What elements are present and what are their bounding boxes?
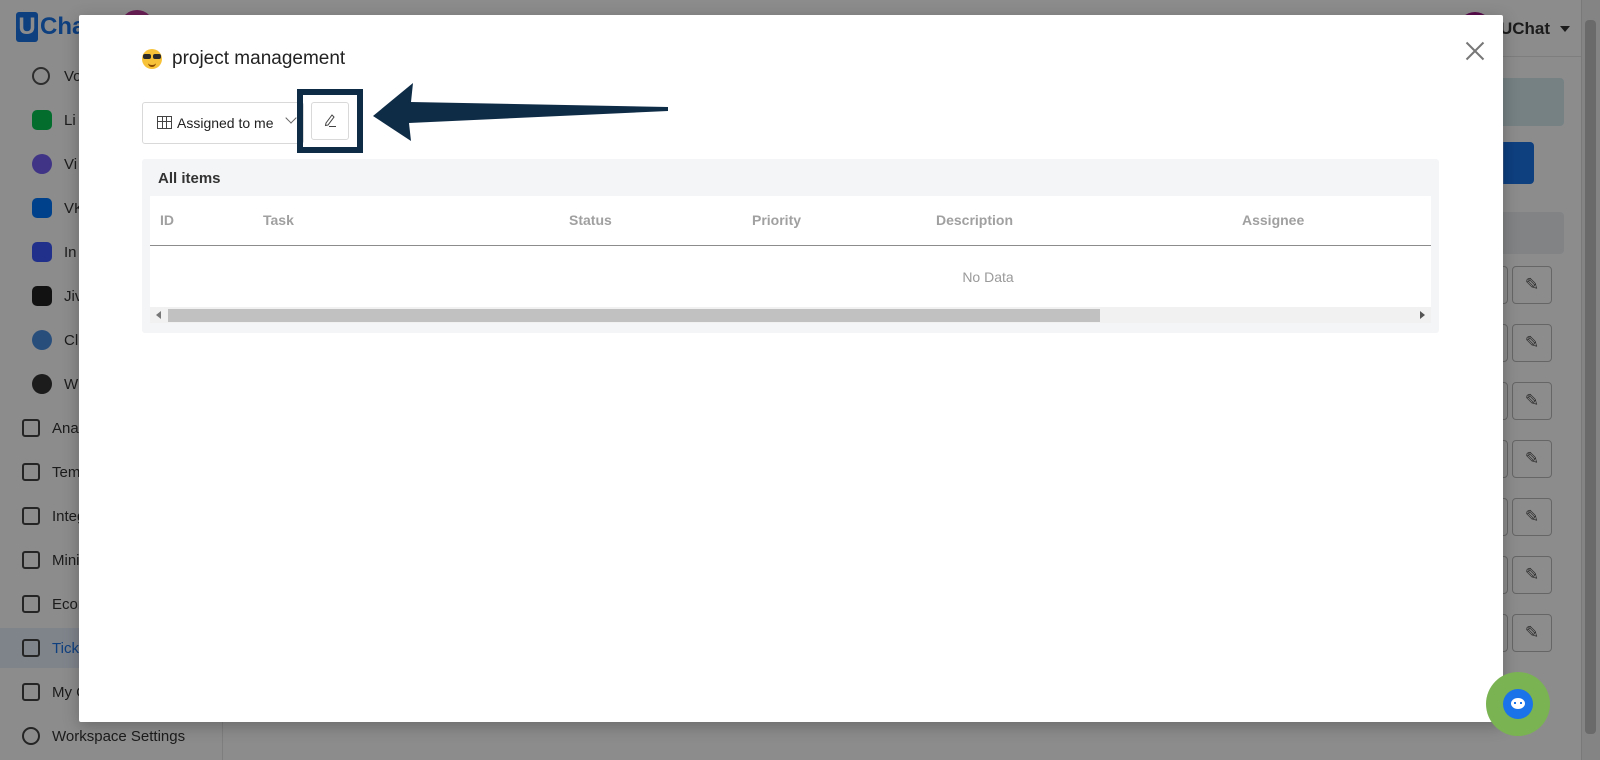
modal-title-text: project management: [172, 48, 346, 69]
items-table-panel: All items ID Task Status Priority Descri…: [142, 159, 1439, 333]
chat-widget-button[interactable]: [1486, 672, 1550, 736]
empty-state-text: No Data: [962, 269, 1014, 285]
scroll-left-icon[interactable]: [156, 311, 161, 319]
column-header-priority[interactable]: Priority: [752, 212, 801, 228]
column-header-task[interactable]: Task: [263, 212, 294, 228]
column-header-status[interactable]: Status: [569, 212, 612, 228]
scrollbar-thumb[interactable]: [168, 309, 1100, 322]
table-horizontal-scrollbar[interactable]: [150, 307, 1431, 323]
project-modal: project management Assigned to me All it…: [79, 15, 1503, 722]
highlight-box: [297, 89, 363, 153]
chevron-down-icon: [285, 112, 297, 124]
column-header-description[interactable]: Description: [936, 212, 1013, 228]
modal-title: project management: [142, 48, 345, 70]
arrow-annotation-icon: [373, 83, 668, 141]
items-table: ID Task Status Priority Description Assi…: [150, 196, 1431, 323]
view-select[interactable]: Assigned to me: [142, 102, 304, 144]
chat-bubble-icon: [1503, 689, 1533, 719]
scroll-right-icon[interactable]: [1420, 311, 1425, 319]
table-grid-icon: [157, 116, 172, 129]
column-header-assignee[interactable]: Assignee: [1242, 212, 1304, 228]
table-title: All items: [158, 170, 221, 187]
view-select-value: Assigned to me: [177, 115, 274, 131]
sunglasses-emoji-icon: [142, 49, 162, 69]
table-header: ID Task Status Priority Description Assi…: [150, 196, 1431, 246]
close-icon[interactable]: [1461, 37, 1489, 65]
column-header-id[interactable]: ID: [160, 212, 174, 228]
